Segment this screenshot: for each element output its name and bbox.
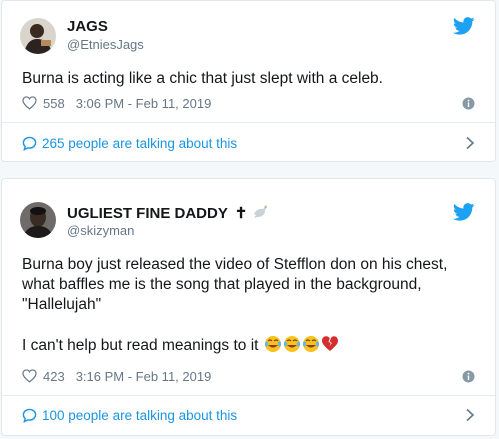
tweet-text-span: I can't help but read meanings to it [22, 337, 259, 354]
tweet-card[interactable]: JAGS @EtniesJags Burna is acting like a … [1, 0, 496, 162]
laughing-tears-emoji [302, 336, 319, 352]
talking-about-text[interactable]: 265 people are talking about this [42, 136, 237, 151]
twitter-bird-icon[interactable] [453, 17, 475, 35]
avatar[interactable] [20, 202, 56, 238]
like-count[interactable]: 423 [43, 369, 65, 384]
timestamp[interactable]: 3:16 PM - Feb 11, 2019 [76, 369, 212, 384]
speech-bubble-icon [22, 136, 37, 151]
tweet-text-line: "Hallelujah" [22, 296, 102, 313]
laughing-tears-emoji [283, 336, 300, 352]
heart-icon[interactable] [22, 369, 37, 383]
broken-heart-emoji [321, 336, 338, 351]
heart-icon[interactable] [22, 96, 37, 110]
user-handle[interactable]: @skizyman [67, 223, 134, 239]
dove-emoji [253, 205, 267, 218]
like-count[interactable]: 558 [43, 96, 65, 111]
tweet-text: Burna boy just released the video of Ste… [22, 255, 471, 356]
chevron-right-icon[interactable] [465, 136, 475, 150]
timestamp[interactable]: 3:06 PM - Feb 11, 2019 [76, 96, 212, 111]
avatar[interactable] [20, 18, 56, 54]
tweet-text-line: what baffles me is the song that played … [22, 276, 422, 293]
user-handle[interactable]: @EtniesJags [67, 37, 144, 53]
twitter-bird-icon[interactable] [453, 203, 475, 221]
tweet-text: Burna is acting like a chic that just sl… [22, 69, 471, 89]
display-name[interactable]: UGLIEST FINE DADDY [67, 205, 228, 222]
info-icon[interactable] [462, 370, 475, 383]
talking-about-text[interactable]: 100 people are talking about this [42, 408, 237, 423]
laughing-tears-emoji [264, 336, 281, 352]
tweet-text-line: I can't help but read meanings to it [22, 335, 471, 356]
display-name[interactable]: JAGS [67, 18, 108, 36]
tweet-card[interactable]: UGLIEST FINE DADDY ✝ @skizyman Burna boy… [1, 178, 496, 436]
cross-symbol: ✝ [234, 205, 248, 222]
tweet-text-line: Burna boy just released the video of Ste… [22, 256, 448, 273]
talking-about-link[interactable]: 100 people are talking about this [22, 405, 475, 425]
chevron-right-icon[interactable] [465, 408, 475, 422]
divider [2, 122, 495, 123]
info-icon[interactable] [462, 97, 475, 110]
display-name-row[interactable]: UGLIEST FINE DADDY ✝ [67, 204, 268, 223]
tweet-meta: 423 3:16 PM - Feb 11, 2019 [22, 367, 475, 385]
speech-bubble-icon [22, 408, 37, 423]
divider [2, 395, 495, 396]
tweet-text-line: Burna is acting like a chic that just sl… [22, 70, 383, 87]
tweet-meta: 558 3:06 PM - Feb 11, 2019 [22, 94, 475, 112]
talking-about-link[interactable]: 265 people are talking about this [22, 133, 475, 153]
